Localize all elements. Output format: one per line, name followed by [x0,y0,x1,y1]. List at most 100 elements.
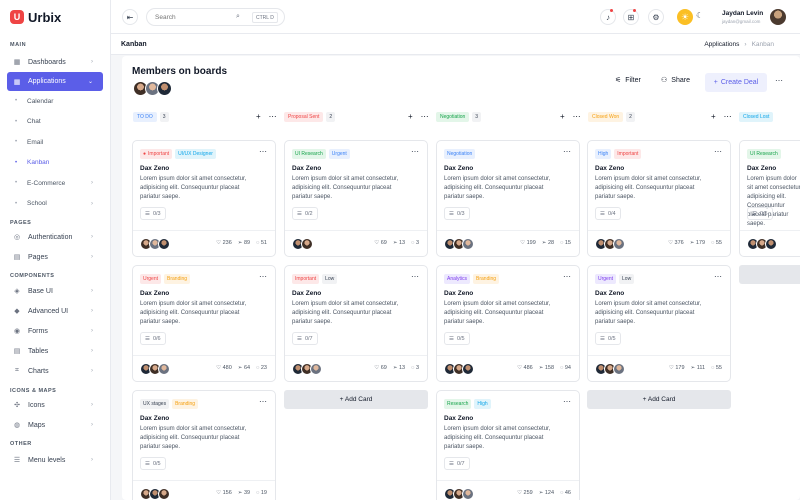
kanban-card[interactable]: UX stages Branding ⋯ Dax Zeno Lorem ipsu… [132,390,276,500]
card-menu-icon[interactable]: ⋯ [563,147,571,156]
avatar[interactable] [158,363,170,375]
checklist-badge[interactable]: ☰ 0/5 [595,332,621,345]
sidebar-item-applications[interactable]: ▦ Applications ⌄ [7,72,103,91]
logo[interactable]: U Urbix [0,0,110,34]
sidebar-subitem-email[interactable]: • Email [0,132,110,153]
shares[interactable]: ➢ 124 [539,490,554,496]
collapse-sidebar-icon[interactable]: ⇤ [122,9,138,25]
cart-icon[interactable]: ⊞ [623,9,639,25]
card-menu-icon[interactable]: ⋯ [714,272,722,281]
card-menu-icon[interactable]: ⋯ [259,397,267,406]
shares[interactable]: ➢ 13 [393,365,405,371]
checklist-badge[interactable]: ☰ 0/3 [444,207,470,220]
kanban-card[interactable]: ● Important UI/UX Designer ⋯ Dax Zeno Lor… [132,140,276,257]
sidebar-subitem-calendar[interactable]: • Calendar [0,91,110,112]
likes[interactable]: ♡ 69 [374,365,387,371]
sidebar-item-forms[interactable]: ◉ Forms › [0,321,103,341]
avatar[interactable] [613,363,625,375]
gear-icon[interactable]: ⚙ [648,9,664,25]
shares[interactable]: ➢ 39 [238,490,250,496]
checklist-badge[interactable]: ☰ 0/3 [140,207,166,220]
checklist-badge[interactable]: ☰ 0/2 [292,207,318,220]
likes[interactable]: ♡ 376 [668,240,684,246]
avatar[interactable] [765,238,777,250]
more-icon[interactable]: ⋯ [573,112,581,121]
sidebar-item-icons[interactable]: ✣ Icons › [0,395,103,415]
comments[interactable]: ◌ 23 [256,365,267,371]
user-name[interactable]: Jaydan Levin [722,10,763,17]
likes[interactable]: ♡ 156 [216,490,232,496]
member-avatars[interactable] [133,81,172,96]
comments[interactable]: ◌ 55 [711,240,722,246]
avatar[interactable] [613,238,625,250]
moon-icon[interactable]: ☾ [696,11,703,20]
kanban-card[interactable]: Important Low ⋯ Dax Zeno Lorem ipsum dol… [284,265,428,382]
card-menu-icon[interactable]: ⋯ [563,397,571,406]
plus-icon[interactable]: + [256,112,261,121]
search-input[interactable] [155,13,230,21]
sun-icon[interactable]: ☀ [677,9,693,25]
sidebar-item-tables[interactable]: ▤ Tables › [0,341,103,361]
kanban-card[interactable]: Research High ⋯ Dax Zeno Lorem ipsum dol… [436,390,580,500]
likes[interactable]: ♡ 199 [520,240,536,246]
comments[interactable]: ◌ 3 [411,365,419,371]
comments[interactable]: ◌ 15 [560,240,571,246]
avatar[interactable] [462,488,474,500]
avatar[interactable] [770,9,786,25]
plus-icon[interactable]: + [560,112,565,121]
comments[interactable]: ◌ 19 [256,490,267,496]
more-icon[interactable]: ⋯ [724,112,732,121]
add-card-button[interactable]: + Add Card [587,390,731,409]
kanban-card[interactable]: Negotiation ⋯ Dax Zeno Lorem ipsum dolor… [436,140,580,257]
sidebar-item-charts[interactable]: ⌗ Charts › [0,361,103,381]
sidebar-subitem-chat[interactable]: • Chat [0,112,110,133]
comments[interactable]: ◌ 94 [560,365,571,371]
card-menu-icon[interactable]: ⋯ [563,272,571,281]
avatar[interactable] [462,363,474,375]
search-bar[interactable]: ⌕ CTRL D [146,8,285,26]
card-menu-icon[interactable]: ⋯ [411,272,419,281]
kanban-card[interactable]: Urgent Branding ⋯ Dax Zeno Lorem ipsum d… [132,265,276,382]
avatar[interactable] [462,238,474,250]
shares[interactable]: ➢ 111 [691,365,706,371]
add-card-button[interactable]: + Add Card [284,390,428,409]
sidebar-subitem-kanban[interactable]: • Kanban [0,153,110,174]
card-menu-icon[interactable]: ⋯ [714,147,722,156]
avatar[interactable] [310,363,322,375]
card-menu-icon[interactable]: ⋯ [259,272,267,281]
sidebar-subitem-school[interactable]: • School › [0,194,110,215]
likes[interactable]: ♡ 179 [669,365,685,371]
bell-icon[interactable]: ♪ [600,9,616,25]
kanban-card[interactable]: Analytics Branding ⋯ Dax Zeno Lorem ipsu… [436,265,580,382]
comments[interactable]: ◌ 3 [411,240,419,246]
shares[interactable]: ➢ 13 [393,240,405,246]
likes[interactable]: ♡ 480 [216,365,232,371]
likes[interactable]: ♡ 69 [374,240,387,246]
sidebar-item-pages[interactable]: ▤ Pages › [0,247,103,267]
sidebar-item-dashboards[interactable]: ▦ Dashboards › [0,52,103,72]
checklist-badge[interactable]: ☰ 0/5 [140,457,166,470]
more-icon[interactable]: ⋯ [269,112,277,121]
shares[interactable]: ➢ 28 [542,240,554,246]
share-button[interactable]: ⚇ Share [661,76,690,85]
avatar[interactable] [301,238,313,250]
add-card-button[interactable] [739,265,800,284]
card-menu-icon[interactable]: ⋯ [411,147,419,156]
avatar[interactable] [158,488,170,500]
comments[interactable]: ◌ 46 [560,490,571,496]
search-icon[interactable]: ⌕ [236,13,240,21]
checklist-badge[interactable]: ☰ 0/7 [444,457,470,470]
sidebar-item-authentication[interactable]: ◎ Authentication › [0,227,103,247]
checklist-badge[interactable]: ☰ 0/6 [140,332,166,345]
card-menu-icon[interactable]: ⋯ [259,147,267,156]
plus-icon[interactable]: + [711,112,716,121]
filter-button[interactable]: ⚟ Filter [615,76,641,85]
kanban-card[interactable]: Urgent Low ⋯ Dax Zeno Lorem ipsum dolor … [587,265,731,382]
likes[interactable]: ♡ 236 [216,240,232,246]
plus-icon[interactable]: + [408,112,413,121]
sidebar-item-base-ui[interactable]: ◈ Base UI › [0,281,103,301]
kanban-card[interactable]: UI Research Urgent ⋯ Dax Zeno Lorem ipsu… [284,140,428,257]
checklist-badge[interactable]: ☰ 0/5 [444,332,470,345]
avatar[interactable] [157,81,172,96]
comments[interactable]: ◌ 51 [256,240,267,246]
